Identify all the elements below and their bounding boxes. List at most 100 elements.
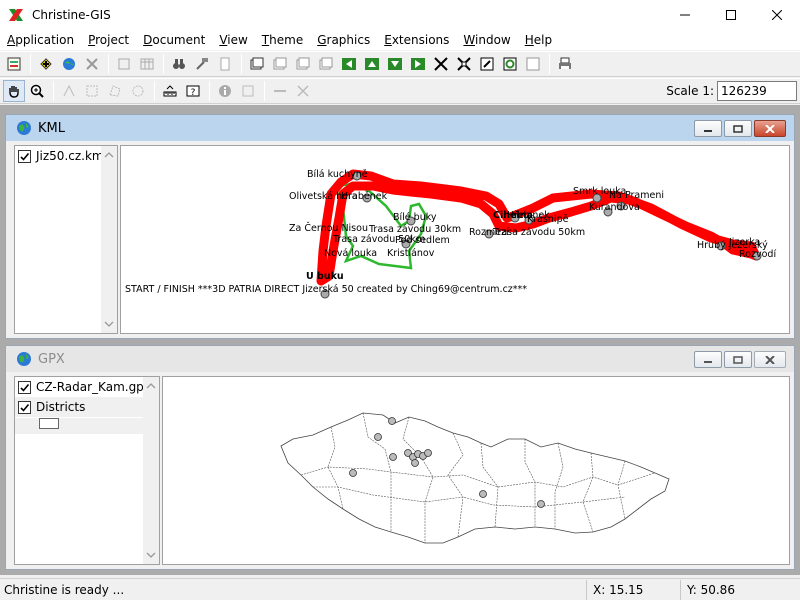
- kml-map-view[interactable]: Bílá kuchyně Olivetská hora Hraběnek Bíl…: [120, 145, 790, 334]
- page-button[interactable]: [214, 53, 236, 75]
- find-button[interactable]: [168, 53, 190, 75]
- table-button[interactable]: [136, 53, 158, 75]
- print-button[interactable]: [554, 53, 576, 75]
- zoom-to-layer-button[interactable]: [476, 53, 498, 75]
- page-icon: [220, 57, 230, 71]
- tools-toolbar: ? Scale 1:: [0, 78, 800, 104]
- delete-icon: [86, 58, 98, 70]
- map-label: Krásnipě: [527, 214, 569, 225]
- legend-item-radar[interactable]: CZ-Radar_Kam.gpx: [15, 377, 159, 397]
- gpx-map-canvas: [280, 412, 670, 544]
- status-x-coordinate: X: 15.15: [586, 579, 680, 600]
- edit-button[interactable]: [113, 53, 135, 75]
- layer-checkbox[interactable]: [18, 400, 31, 414]
- app-title: Christine-GIS: [32, 8, 111, 22]
- pan-tool-button[interactable]: [3, 80, 25, 102]
- zoom-previous-button[interactable]: [522, 53, 544, 75]
- menu-view[interactable]: View: [212, 30, 254, 50]
- toolbar-separator: [30, 54, 31, 74]
- map-label: Hraběnek: [341, 191, 388, 202]
- menu-help[interactable]: Help: [518, 30, 559, 50]
- refresh-button[interactable]: [499, 53, 521, 75]
- gpx-minimize-button[interactable]: [694, 351, 722, 368]
- toolbar-separator: [154, 81, 155, 101]
- gpx-legend: CZ-Radar_Kam.gpx Districts: [14, 376, 160, 565]
- new-project-button[interactable]: [3, 53, 25, 75]
- scale-input[interactable]: [717, 81, 797, 101]
- kml-maximize-button[interactable]: [724, 120, 752, 137]
- gpx-maximize-button[interactable]: [724, 351, 752, 368]
- kml-close-button[interactable]: [754, 120, 786, 137]
- menu-extensions[interactable]: Extensions: [377, 30, 456, 50]
- main-toolbar: [0, 51, 800, 77]
- add-globe-theme-button[interactable]: [58, 53, 80, 75]
- layer-checkbox[interactable]: [18, 149, 31, 163]
- minimize-button[interactable]: [662, 0, 708, 30]
- ruler-icon: [163, 85, 177, 97]
- status-bar: Christine is ready ... X: 15.15 Y: 50.86: [0, 578, 800, 600]
- layer-checkbox[interactable]: [18, 380, 31, 394]
- draw-line-button[interactable]: [269, 80, 291, 102]
- move-down-button[interactable]: [384, 53, 406, 75]
- query-icon: ?: [186, 85, 200, 98]
- hand-icon: [9, 86, 19, 98]
- tools-button[interactable]: [191, 53, 213, 75]
- kml-window-titlebar[interactable]: KML: [6, 115, 794, 141]
- layout-2-button[interactable]: [269, 53, 291, 75]
- status-y-coordinate: Y: 50.86: [680, 579, 800, 600]
- zoom-tool-button[interactable]: [26, 80, 48, 102]
- edit-icon: [118, 58, 130, 70]
- gpx-close-button[interactable]: [754, 351, 786, 368]
- attributes-button[interactable]: [237, 80, 259, 102]
- layout-1-button[interactable]: [246, 53, 268, 75]
- districts-symbol-swatch: [39, 418, 59, 429]
- measure-button[interactable]: [159, 80, 181, 102]
- select-poly-icon: [109, 85, 121, 97]
- zoom-previous-icon: [526, 57, 540, 71]
- gpx-map-view[interactable]: [162, 376, 790, 565]
- gpx-window-title: GPX: [38, 351, 65, 367]
- select-feature-button[interactable]: [58, 80, 80, 102]
- layout-icon: [319, 57, 333, 70]
- query-button[interactable]: ?: [182, 80, 204, 102]
- remove-theme-button[interactable]: [81, 53, 103, 75]
- zoom-in-full-button[interactable]: [430, 53, 452, 75]
- menu-theme[interactable]: Theme: [255, 30, 310, 50]
- menu-document[interactable]: Document: [136, 30, 212, 50]
- select-circle-button[interactable]: [127, 80, 149, 102]
- start-finish-label: START / FINISH ***3D PATRIA DIRECT Jizer…: [125, 284, 527, 295]
- app-logo-icon: [9, 9, 23, 21]
- zoom-out-full-button[interactable]: [453, 53, 475, 75]
- legend-item-districts[interactable]: Districts: [15, 397, 159, 417]
- layout-icon: [273, 57, 287, 70]
- info-button[interactable]: [214, 80, 236, 102]
- map-label: U buku: [306, 271, 344, 282]
- menu-graphics[interactable]: Graphics: [310, 30, 377, 50]
- move-right-button[interactable]: [407, 53, 429, 75]
- maximize-button[interactable]: [708, 0, 754, 30]
- layout-icon: [250, 57, 264, 70]
- close-icon: [772, 10, 782, 20]
- layout-icon: [296, 57, 310, 70]
- move-left-button[interactable]: [338, 53, 360, 75]
- legend-scrollbar[interactable]: [101, 146, 117, 333]
- expand-arrows-icon: [434, 57, 448, 71]
- close-button[interactable]: [754, 0, 800, 30]
- layout-3-button[interactable]: [292, 53, 314, 75]
- globe-add-icon: [63, 58, 75, 70]
- map-label: Kristiánov: [387, 248, 435, 259]
- select-rect-button[interactable]: [81, 80, 103, 102]
- menu-window[interactable]: Window: [456, 30, 517, 50]
- layout-4-button[interactable]: [315, 53, 337, 75]
- kml-minimize-button[interactable]: [694, 120, 722, 137]
- move-up-button[interactable]: [361, 53, 383, 75]
- draw-polygon-button[interactable]: [292, 80, 314, 102]
- menu-application[interactable]: Application: [0, 30, 81, 50]
- kml-view-window: KML Jiz50.cz.kml Bílá kuchyně Olivetská …: [5, 114, 795, 339]
- menu-project[interactable]: Project: [81, 30, 136, 50]
- add-theme-button[interactable]: [35, 53, 57, 75]
- legend-scrollbar[interactable]: [143, 377, 159, 564]
- gpx-window-body: CZ-Radar_Kam.gpx Districts: [10, 376, 790, 565]
- select-poly-button[interactable]: [104, 80, 126, 102]
- gpx-window-titlebar[interactable]: GPX: [6, 346, 794, 372]
